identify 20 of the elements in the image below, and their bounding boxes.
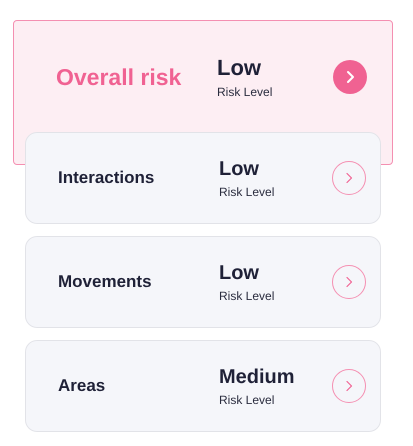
category-label: Areas [58, 375, 106, 398]
risk-value: Low [219, 260, 260, 284]
chevron-right-icon [345, 380, 353, 392]
risk-caption: Risk Level [217, 84, 272, 100]
chevron-button[interactable] [332, 161, 366, 195]
chevron-right-icon [345, 70, 355, 84]
chevron-button[interactable] [333, 60, 367, 94]
chevron-right-icon [345, 276, 353, 288]
risk-value: Medium [219, 364, 295, 388]
chevron-right-icon [345, 172, 353, 184]
risk-value: Low [219, 156, 260, 180]
risk-caption: Risk Level [219, 392, 276, 408]
category-label: Movements [58, 271, 153, 294]
chevron-button[interactable] [332, 369, 366, 403]
category-label: Interactions [58, 167, 156, 190]
chevron-button[interactable] [332, 265, 366, 299]
risk-value: Low [217, 54, 262, 80]
overall-risk-title: Overall risk [56, 63, 182, 91]
risk-caption: Risk Level [219, 184, 274, 200]
risk-caption: Risk Level [219, 288, 274, 304]
